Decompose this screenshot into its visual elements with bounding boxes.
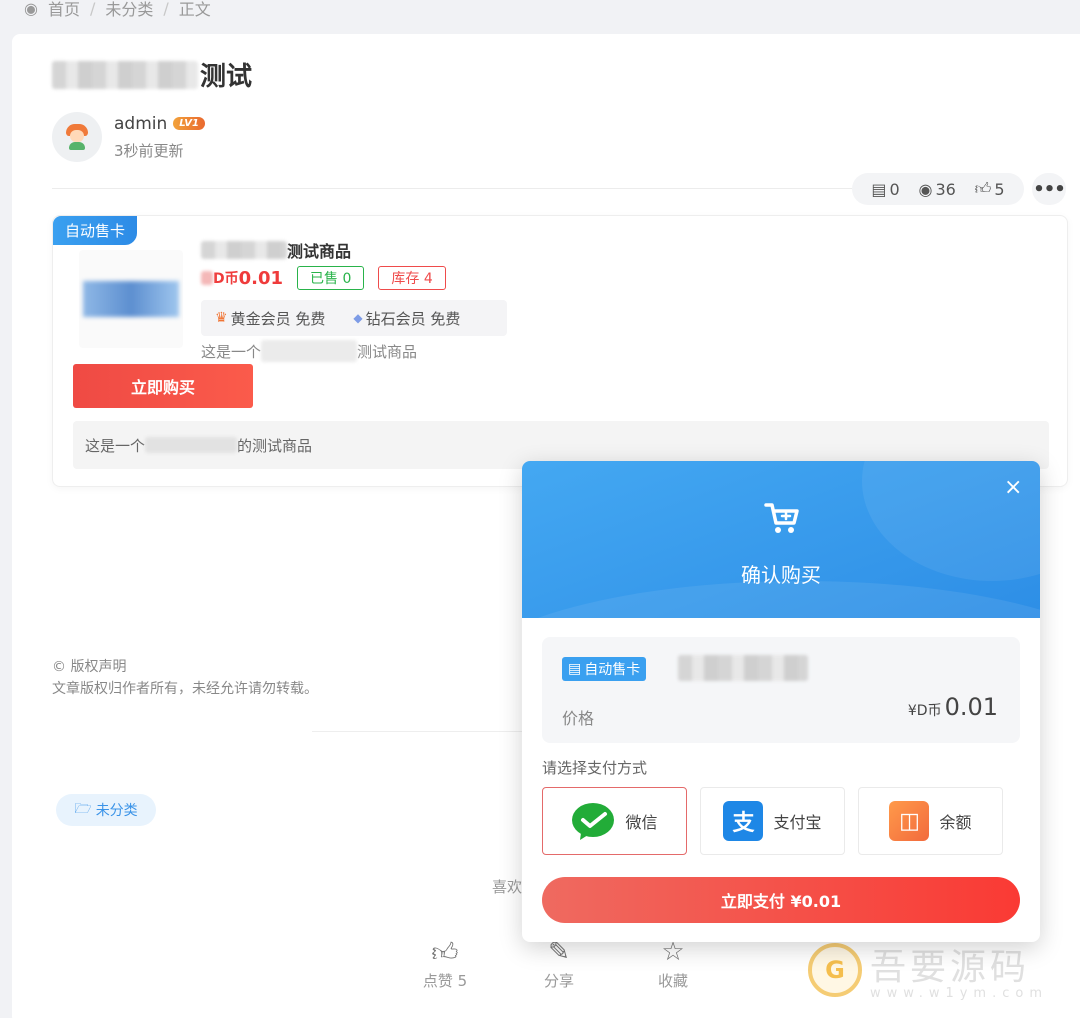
pay-method-prompt: 请选择支付方式 (542, 759, 648, 777)
eye-icon: ◉ (918, 179, 933, 199)
confirm-purchase-modal: × 确认购买 ▤ 自动售卡 价格 ¥D币 0.01 请选择支付方式 微信 支 支… (522, 461, 1040, 942)
pay-option-balance[interactable]: ◫ 余额 (858, 787, 1003, 855)
price-row: D币 0.01 已售 0 库存 4 (201, 266, 446, 290)
pay-methods: 微信 支 支付宝 ◫ 余额 (542, 787, 1003, 855)
like-count[interactable]: 👍︎ 5 (975, 179, 1005, 199)
copyright-title: © 版权声明 (52, 659, 127, 675)
copyright-notice: © 版权声明 文章版权归作者所有，未经允许请勿转载。 (52, 656, 318, 700)
avatar-icon (66, 124, 88, 150)
product-card: 自动售卡 测试商品 D币 0.01 已售 0 库存 4 ♛ 黄金会员 免费 ◆ 钻石… (52, 215, 1068, 487)
avatar[interactable] (52, 112, 102, 162)
breadcrumb-separator: / (163, 0, 169, 18)
buy-now-button[interactable]: 立即购买 (73, 364, 253, 408)
author-name: admin LV1 (114, 114, 205, 134)
location-pin-icon: ◉ (24, 0, 38, 18)
alipay-icon: 支 (723, 801, 764, 841)
comment-icon: ▤ (871, 179, 887, 199)
modal-title: 确认购买 (741, 563, 821, 587)
author-info: admin LV1 3秒前更新 (52, 112, 205, 162)
pay-option-alipay[interactable]: 支 支付宝 (700, 787, 845, 855)
thumbs-up-icon: 👍︎ (431, 937, 459, 968)
breadcrumb-category[interactable]: 未分类 (105, 0, 153, 20)
vip-gold: ♛ 黄金会员 免费 (215, 309, 326, 328)
blurred-title-text (52, 60, 198, 89)
sold-badge: 已售 0 (297, 266, 365, 290)
pay-now-button[interactable]: 立即支付 ¥0.01 (542, 877, 1020, 923)
breadcrumb-home[interactable]: 首页 (48, 0, 80, 20)
comment-count[interactable]: ▤ 0 (871, 180, 899, 199)
wechat-pay-icon (572, 803, 615, 840)
blurred-product-name (678, 655, 808, 681)
ellipsis-icon: ••• (1033, 178, 1066, 200)
thumbs-up-icon: 👍︎ (974, 179, 992, 198)
modal-header: × 确认购买 (522, 461, 1040, 618)
breadcrumb-current: 正文 (178, 0, 211, 19)
divider (52, 188, 852, 189)
watermark-name: 吾要源码 (870, 947, 1031, 988)
product-name: 测试商品 (201, 238, 351, 262)
close-icon[interactable]: × (1004, 475, 1022, 500)
category-tag[interactable]: 🗁︎ 未分类 (56, 794, 156, 826)
watermark-url: www.w1ym.com (870, 986, 1048, 1001)
blurred-product-name (201, 241, 287, 259)
copyright-text: 文章版权归作者所有，未经允许请勿转载。 (52, 681, 318, 697)
like-button[interactable]: 👍︎ 点赞 5 (420, 934, 470, 991)
crown-icon: ♛ (215, 310, 228, 326)
updated-time: 3秒前更新 (114, 141, 184, 160)
folder-icon: 🗁︎ (74, 801, 92, 817)
price-label: 价格 (562, 709, 595, 728)
summary-tag: ▤ 自动售卡 (562, 657, 647, 681)
post-actions: 👍︎ 点赞 5 ✎ 分享 ☆ 收藏 (420, 934, 698, 991)
breadcrumb-separator: / (89, 0, 96, 18)
view-count: ◉ 36 (918, 179, 956, 199)
product-short-desc: 这是一个 测试商品 (201, 340, 417, 362)
post-title-text: 测试 (200, 62, 253, 92)
auto-sell-tag: 自动售卡 (53, 216, 138, 245)
card-icon: ▤ (568, 661, 582, 677)
wallet-icon: ◫ (889, 801, 930, 841)
breadcrumb: ◉ 首页 / 未分类 / 正文 (24, 0, 211, 20)
collect-button[interactable]: ☆ 收藏 (648, 934, 698, 991)
pay-option-wechat[interactable]: 微信 (542, 787, 687, 855)
product-image[interactable] (79, 250, 183, 348)
like-prompt: 喜欢 (492, 878, 523, 896)
vip-prices: ♛ 黄金会员 免费 ◆ 钻石会员 免费 (201, 300, 507, 336)
cart-icon (764, 503, 799, 533)
order-summary: ▤ 自动售卡 价格 ¥D币 0.01 (542, 637, 1020, 743)
vip-diamond: ◆ 钻石会员 免费 (353, 309, 461, 328)
more-options-button[interactable]: ••• (1032, 173, 1066, 205)
summary-price: ¥D币 0.01 (907, 693, 998, 721)
product-price: D币 0.01 (201, 268, 283, 289)
share-button[interactable]: ✎ 分享 (534, 934, 584, 991)
post-title: 测试 (52, 56, 252, 93)
diamond-icon: ◆ (353, 311, 363, 325)
watermark: G 吾要源码 www.w1ym.com (808, 938, 1048, 1001)
author-name-text[interactable]: admin (114, 114, 167, 134)
watermark-logo-icon: G (808, 942, 862, 997)
level-badge: LV1 (173, 117, 205, 130)
post-stats: ▤ 0 ◉ 36 👍︎ 5 (852, 173, 1024, 205)
product-image-blur (83, 281, 179, 317)
stock-badge: 库存 4 (378, 266, 446, 290)
divider (312, 731, 522, 732)
